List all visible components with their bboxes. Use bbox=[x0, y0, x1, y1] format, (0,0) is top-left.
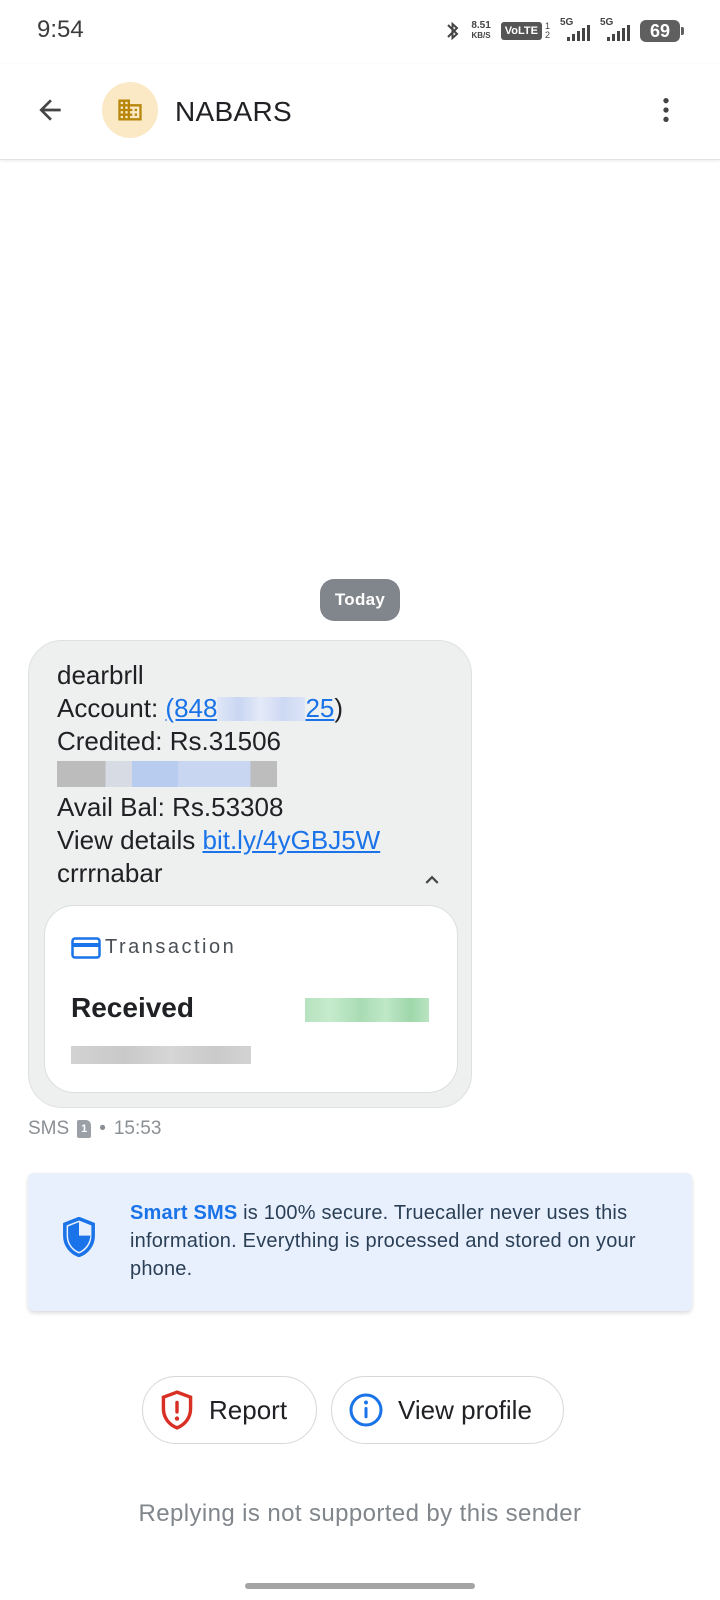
sim-card-icon: 1 bbox=[77, 1120, 92, 1138]
transaction-card[interactable]: Transaction Received bbox=[44, 905, 458, 1093]
volte-sim-indicator: 12 bbox=[544, 21, 550, 40]
info-icon bbox=[349, 1393, 383, 1427]
message-signature: crrrnabar bbox=[57, 858, 163, 888]
status-bar: 9:54 8.51 KB/S VoLTE 12 5G 5G 69 bbox=[0, 0, 720, 64]
report-button[interactable]: Report bbox=[142, 1376, 317, 1444]
status-icons: 8.51 KB/S VoLTE 12 5G 5G 69 bbox=[445, 17, 684, 44]
redacted-text bbox=[57, 761, 277, 787]
view-profile-button[interactable]: View profile bbox=[331, 1376, 564, 1444]
back-button[interactable] bbox=[26, 86, 74, 134]
message-credited-line: Credited: Rs.31506 bbox=[57, 726, 282, 756]
redacted-transaction-detail bbox=[71, 1046, 251, 1064]
transaction-status: Received bbox=[71, 992, 194, 1023]
view-profile-label: View profile bbox=[398, 1394, 532, 1425]
date-chip: Today bbox=[320, 579, 400, 621]
credit-card-icon bbox=[71, 936, 101, 959]
message-details-line: View details bit.ly/4yGBJ5W bbox=[57, 825, 381, 855]
home-indicator[interactable] bbox=[245, 1583, 475, 1589]
message-bubble[interactable]: dearbrll Account: (848 25) Credited: Rs.3… bbox=[28, 640, 472, 1108]
message-balance-line: Avail Bal: Rs.53308 bbox=[57, 792, 284, 822]
shield-check-icon bbox=[63, 1217, 95, 1257]
message-redacted-line bbox=[57, 758, 437, 791]
message-meta: SMS 1 • 15:53 bbox=[28, 1118, 161, 1140]
more-vert-icon bbox=[663, 98, 669, 122]
signal-sim2-icon: 5G bbox=[600, 17, 630, 43]
smart-sms-info-text: Smart SMS is 100% secure. Truecaller nev… bbox=[130, 1202, 636, 1280]
more-options-button[interactable] bbox=[642, 86, 690, 134]
sender-name[interactable]: NABARS bbox=[175, 96, 292, 128]
message-type: SMS bbox=[28, 1118, 70, 1139]
volte-badge: VoLTE bbox=[500, 22, 542, 40]
message-time: 15:53 bbox=[113, 1118, 162, 1139]
report-shield-icon bbox=[161, 1390, 193, 1430]
arrow-back-icon bbox=[39, 99, 61, 121]
smart-sms-brand: Smart SMS bbox=[130, 1202, 238, 1224]
business-building-icon bbox=[118, 99, 142, 121]
message-greeting: dearbrll bbox=[57, 660, 144, 690]
chevron-up-icon bbox=[425, 875, 439, 884]
signal-sim1-icon: 5G bbox=[560, 17, 590, 43]
battery-indicator: 69 bbox=[640, 20, 684, 42]
status-time: 9:54 bbox=[37, 16, 84, 43]
conversation-header: NABARS bbox=[0, 64, 720, 160]
redacted-account-digits bbox=[217, 697, 306, 721]
sender-avatar[interactable] bbox=[102, 82, 158, 138]
message-account-line: Account: (848 25) bbox=[57, 693, 344, 723]
meta-separator: • bbox=[99, 1118, 106, 1139]
transaction-title: Transaction bbox=[105, 936, 237, 958]
smart-sms-info-card: Smart SMS is 100% secure. Truecaller nev… bbox=[28, 1173, 692, 1311]
report-label: Report bbox=[209, 1394, 288, 1425]
collapse-button[interactable] bbox=[415, 863, 449, 897]
net-speed: 8.51 KB/S bbox=[471, 20, 491, 41]
view-details-link[interactable]: bit.ly/4yGBJ5W bbox=[203, 825, 381, 855]
redacted-amount bbox=[305, 998, 429, 1022]
reply-not-supported-note: Replying is not supported by this sender bbox=[138, 1500, 582, 1527]
message-body: dearbrll Account: (848 25) Credited: Rs.3… bbox=[57, 659, 437, 890]
bluetooth-icon bbox=[447, 21, 459, 41]
transaction-header: Transaction bbox=[71, 936, 236, 959]
account-number-link[interactable]: (848 25 bbox=[165, 693, 334, 723]
